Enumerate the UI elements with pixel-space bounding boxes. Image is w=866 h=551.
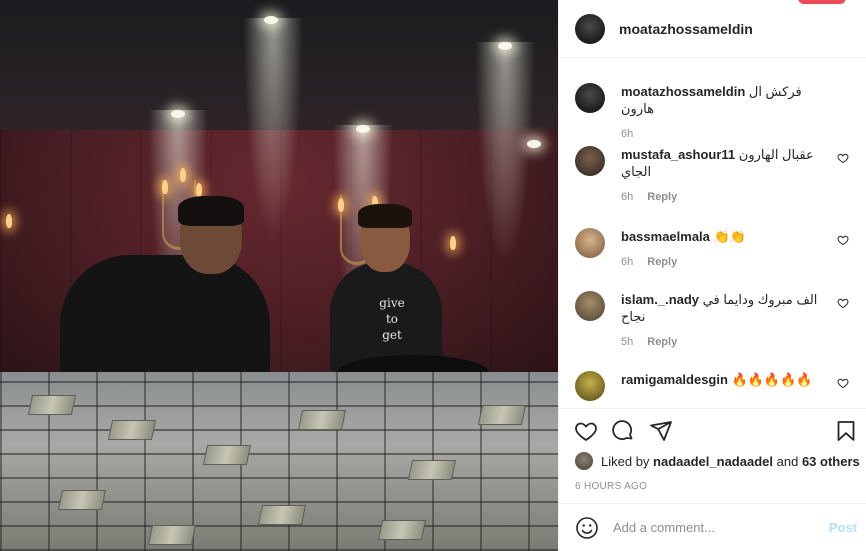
post-side-panel: moatazhossameldin moatazhossameldin فركش… [558, 0, 866, 551]
dollar-bill [377, 520, 427, 540]
heart-icon[interactable] [837, 234, 849, 246]
comment-list[interactable]: moatazhossameldin فركش ال هارون 6h musta… [559, 69, 866, 409]
commenter-avatar[interactable] [575, 371, 605, 401]
dollar-bill [27, 395, 77, 415]
likes-prefix: Liked by [601, 453, 650, 469]
reply-button[interactable]: Reply [647, 191, 677, 203]
comment-text: 🔥🔥🔥🔥🔥 [731, 372, 813, 387]
commenter-username[interactable]: islam._.nady [621, 292, 699, 307]
photo-light [238, 18, 308, 278]
dollar-bill [147, 525, 197, 545]
heart-icon[interactable] [837, 297, 849, 309]
photo-bulb [264, 16, 278, 24]
dollar-bill [297, 410, 347, 430]
add-comment-bar: Post [559, 504, 866, 551]
commenter-avatar[interactable] [575, 146, 605, 176]
share-button[interactable] [648, 418, 674, 444]
post-actions [559, 416, 866, 448]
bookmark-icon [837, 421, 855, 441]
photo-bulb [356, 125, 370, 133]
photo-candle [162, 180, 168, 194]
liker-avatar[interactable] [575, 452, 593, 470]
shirt-word: get [382, 328, 402, 342]
photo-bulb [527, 140, 541, 148]
post-comment-button[interactable]: Post [829, 520, 857, 535]
post-timestamp[interactable]: 6 HOURS AGO [575, 481, 647, 492]
comment-icon [612, 420, 633, 441]
likes-summary: Liked by nadaadel_nadaadel and 63 others [575, 452, 860, 470]
commenter-avatar[interactable] [575, 83, 605, 113]
comment-time[interactable]: 6h [621, 191, 633, 203]
commenter-avatar[interactable] [575, 291, 605, 321]
liker-username[interactable]: nadaadel_nadaadel [653, 454, 773, 469]
dollar-bill [477, 405, 527, 425]
dollar-bill [257, 505, 307, 525]
author-username[interactable]: moatazhossameldin [619, 21, 753, 37]
likes-middle: and [776, 453, 799, 469]
photo-candle [196, 183, 202, 197]
photo-candle [450, 236, 456, 250]
commenter-username[interactable]: ramigamaldesgin [621, 372, 728, 387]
photo-candle [180, 168, 186, 182]
shirt-word: to [385, 312, 399, 326]
dollar-bill [407, 460, 457, 480]
shirt-word: give [379, 296, 405, 310]
photo-bulb [171, 110, 185, 118]
heart-icon[interactable] [837, 152, 849, 164]
commenter-username[interactable]: moatazhossameldin [621, 84, 745, 99]
reply-button[interactable]: Reply [647, 256, 677, 268]
save-button[interactable] [833, 418, 859, 444]
comment-text: 👏👏 [713, 229, 746, 244]
emoji-icon[interactable] [575, 516, 599, 540]
photo-bulb [498, 42, 512, 50]
post-header: moatazhossameldin [559, 0, 866, 58]
comment-time[interactable]: 5h [621, 336, 633, 348]
photo-candle [338, 198, 344, 212]
comment-time[interactable]: 6h [621, 256, 633, 268]
commenter-username[interactable]: mustafa_ashour11 [621, 147, 735, 162]
commenter-username[interactable]: bassmaelmala [621, 229, 710, 244]
person-right-hair [358, 204, 412, 228]
dollar-bill [202, 445, 252, 465]
photo-candle [6, 214, 12, 228]
shirt-print: give to get [372, 295, 412, 343]
commenter-avatar[interactable] [575, 228, 605, 258]
person-left-hair [178, 196, 244, 226]
divider [559, 408, 866, 409]
dollar-bill [107, 420, 157, 440]
comment-input[interactable] [613, 520, 813, 535]
comment-time[interactable]: 6h [621, 128, 633, 140]
likes-others-link[interactable]: 63 others [802, 454, 860, 469]
share-icon [650, 421, 672, 441]
author-avatar[interactable] [575, 13, 605, 44]
dollar-bill [57, 490, 107, 510]
heart-icon [575, 422, 597, 442]
post-photo[interactable]: give to get [0, 0, 558, 551]
photo-light [470, 42, 540, 302]
reply-button[interactable]: Reply [647, 336, 677, 348]
heart-icon[interactable] [837, 377, 849, 389]
like-button[interactable] [573, 418, 599, 444]
person-left-body [60, 255, 270, 375]
comment-button[interactable] [610, 418, 636, 444]
